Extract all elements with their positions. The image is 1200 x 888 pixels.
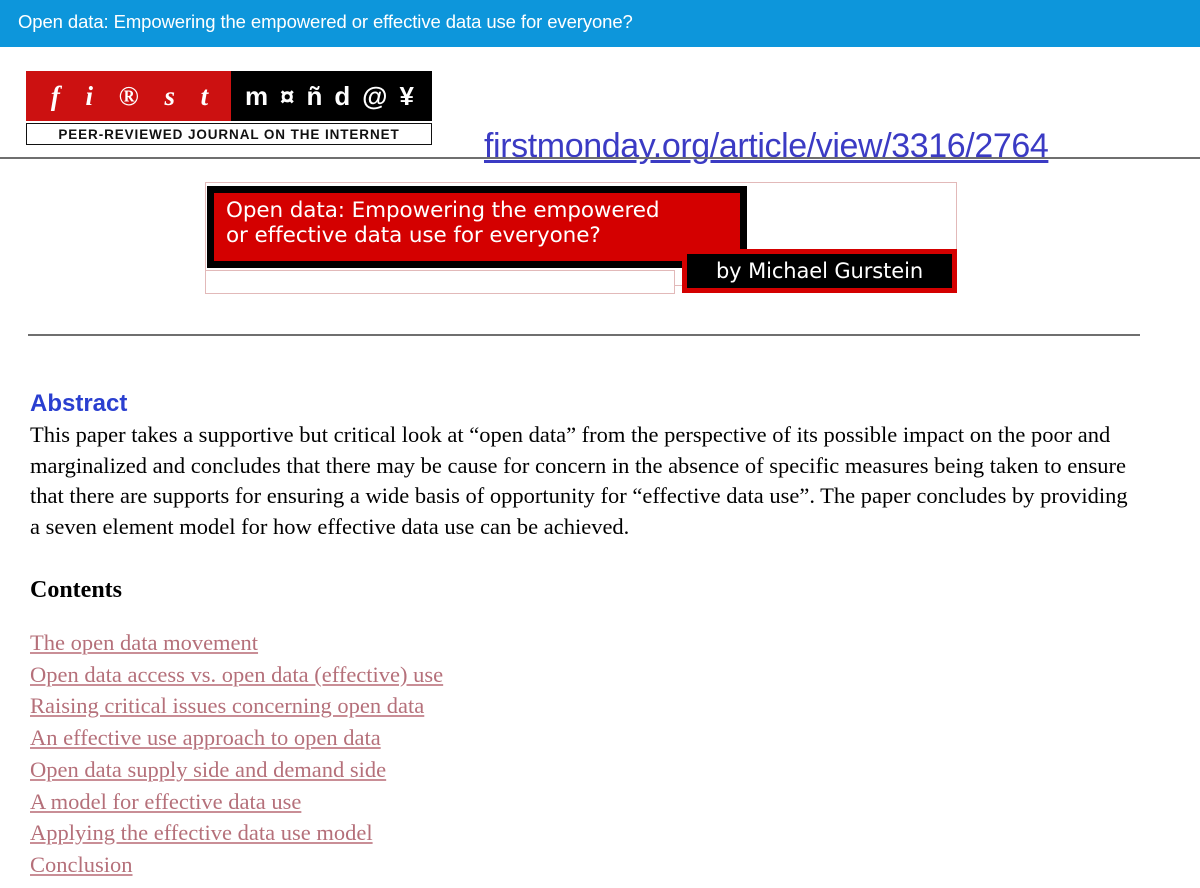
at-icon: @	[362, 81, 388, 111]
masthead: f i ® s t m ¤ ñ d @ ¥ PEER-REVIEWED JOUR…	[0, 47, 1200, 165]
logo-glyph-m: m	[244, 81, 269, 111]
contents-link-access-vs-use[interactable]: Open data access vs. open data (effectiv…	[30, 662, 443, 687]
header-divider	[0, 157, 1200, 159]
banner-title-line-2: or effective data use for everyone?	[226, 223, 601, 248]
contents-link-applying-model[interactable]: Applying the effective data use model	[30, 820, 373, 845]
article-url-link[interactable]: firstmonday.org/article/view/3316/2764	[484, 127, 1049, 166]
logo-glyph-i: i	[85, 80, 93, 111]
logo-monday-block: m ¤ ñ d @ ¥	[231, 71, 432, 121]
banner-title-line-1: Open data: Empowering the empowered	[226, 198, 660, 223]
yen-icon: ¥	[399, 81, 414, 111]
logo-first-block: f i ® s t	[26, 71, 231, 121]
article-title-banner: Open data: Empowering the empowered or e…	[205, 182, 957, 294]
logo-tagline-box: PEER-REVIEWED JOURNAL ON THE INTERNET	[26, 123, 432, 145]
banner-author-inner: by Michael Gurstein	[687, 254, 952, 288]
currency-icon: ¤	[280, 81, 295, 111]
article-content: Abstract This paper takes a supportive b…	[30, 390, 1170, 883]
list-item: A model for effective data use	[30, 788, 1170, 820]
abstract-text: This paper takes a supportive but critic…	[30, 422, 1128, 539]
list-item: Conclusion	[30, 851, 1170, 883]
contents-link-open-data-movement[interactable]: The open data movement	[30, 630, 258, 655]
logo-tagline: PEER-REVIEWED JOURNAL ON THE INTERNET	[58, 126, 400, 142]
abstract-heading: Abstract	[30, 390, 128, 417]
list-item: The open data movement	[30, 629, 1170, 661]
contents-link-effective-use-approach[interactable]: An effective use approach to open data	[30, 725, 381, 750]
logo-glyph-f: f	[50, 80, 60, 111]
logo-glyph-n-tilde: ñ	[306, 81, 323, 111]
list-item: Open data access vs. open data (effectiv…	[30, 661, 1170, 693]
logo-glyph-t: t	[200, 80, 209, 111]
window-title-bar: Open data: Empowering the empowered or e…	[0, 0, 1200, 47]
contents-link-raising-critical-issues[interactable]: Raising critical issues concerning open …	[30, 693, 424, 718]
banner-author-block: by Michael Gurstein	[682, 249, 957, 293]
first-monday-logo: f i ® s t m ¤ ñ d @ ¥ PEER-REVIEWED JOUR…	[26, 71, 432, 145]
list-item: An effective use approach to open data	[30, 724, 1170, 756]
banner-title-block: Open data: Empowering the empowered or e…	[207, 186, 747, 268]
logo-glyph-d: d	[334, 81, 351, 111]
logo-wordmark: f i ® s t m ¤ ñ d @ ¥	[26, 71, 432, 121]
window-title: Open data: Empowering the empowered or e…	[18, 11, 633, 32]
banner-divider	[28, 334, 1140, 336]
contents-link-conclusion[interactable]: Conclusion	[30, 852, 133, 877]
registered-icon: ®	[118, 80, 139, 111]
list-item: Raising critical issues concerning open …	[30, 692, 1170, 724]
contents-heading: Contents	[30, 577, 123, 603]
list-item: Applying the effective data use model	[30, 819, 1170, 851]
list-item: Open data supply side and demand side	[30, 756, 1170, 788]
contents-list: The open data movement Open data access …	[30, 629, 1170, 883]
contents-link-supply-demand-side[interactable]: Open data supply side and demand side	[30, 757, 386, 782]
logo-glyph-s: s	[164, 80, 175, 111]
banner-author-name: by Michael Gurstein	[715, 259, 924, 283]
contents-link-model-effective-data-use[interactable]: A model for effective data use	[30, 789, 301, 814]
banner-outline-lower	[205, 270, 675, 294]
